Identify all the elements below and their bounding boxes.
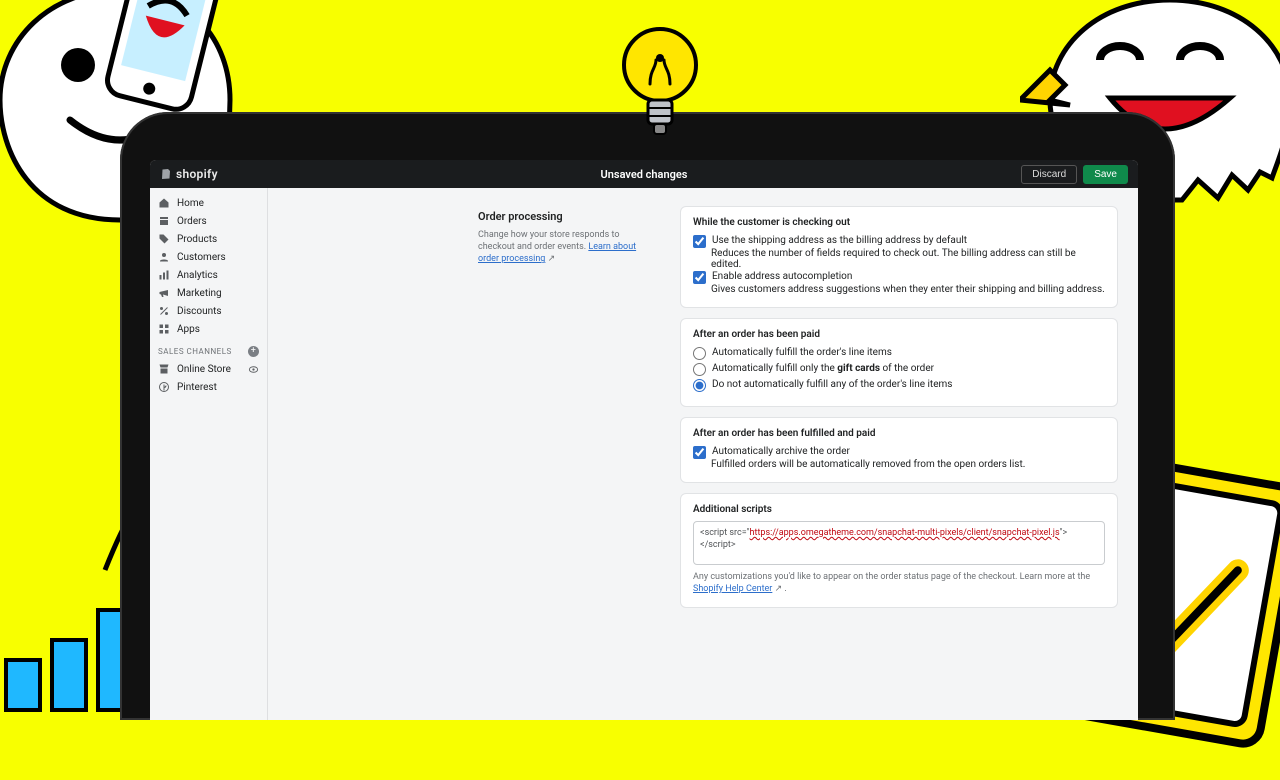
nav-label: Customers xyxy=(177,252,226,263)
opt-sub: Fulfilled orders will be automatically r… xyxy=(711,459,1105,470)
nav-label: Apps xyxy=(177,324,200,335)
opt-sub: Gives customers address suggestions when… xyxy=(711,284,1105,295)
nav-marketing[interactable]: Marketing xyxy=(150,284,267,302)
topbar: shopify Unsaved changes Discard Save xyxy=(150,160,1138,188)
additional-scripts-input[interactable]: <script src="https://apps.omegatheme.com… xyxy=(693,521,1105,565)
orders-icon xyxy=(158,215,170,227)
discard-button[interactable]: Discard xyxy=(1021,165,1077,184)
card-title: After an order has been paid xyxy=(693,329,1105,340)
brand: shopify xyxy=(160,167,218,181)
external-icon: ↗ xyxy=(548,254,556,264)
tag-icon xyxy=(158,233,170,245)
home-icon xyxy=(158,197,170,209)
nav-label: Home xyxy=(177,198,204,209)
analytics-icon xyxy=(158,269,170,281)
nav-discounts[interactable]: Discounts xyxy=(150,302,267,320)
megaphone-icon xyxy=(158,287,170,299)
nav-products[interactable]: Products xyxy=(150,230,267,248)
nav-analytics[interactable]: Analytics xyxy=(150,266,267,284)
nav-label: Orders xyxy=(177,216,207,227)
nav-label: Products xyxy=(177,234,217,245)
help-center-link[interactable]: Shopify Help Center xyxy=(693,584,772,594)
card-title: After an order has been fulfilled and pa… xyxy=(693,428,1105,439)
decoration-lightbulb xyxy=(620,20,700,150)
opt-sub: Reduces the number of fields required to… xyxy=(711,248,1105,270)
card-title: Additional scripts xyxy=(693,504,1105,515)
card-scripts: Additional scripts <script src="https://… xyxy=(680,493,1118,608)
nav-label: Online Store xyxy=(177,364,240,375)
channel-pinterest[interactable]: Pinterest xyxy=(150,378,267,396)
section-title: Order processing xyxy=(478,210,658,223)
nav-label: Pinterest xyxy=(177,382,217,393)
pinterest-icon xyxy=(158,381,170,393)
checkbox-autocomplete[interactable] xyxy=(693,271,706,284)
nav-home[interactable]: Home xyxy=(150,194,267,212)
nav-customers[interactable]: Customers xyxy=(150,248,267,266)
radio-input[interactable] xyxy=(693,379,706,392)
nav-label: Discounts xyxy=(177,306,222,317)
app-window: shopify Unsaved changes Discard Save Hom… xyxy=(150,160,1138,720)
unsaved-status: Unsaved changes xyxy=(601,168,688,181)
section-description: Change how your store responds to checko… xyxy=(478,229,658,265)
nav-label: Marketing xyxy=(177,288,222,299)
person-icon xyxy=(158,251,170,263)
radio-fulfill-all[interactable]: Automatically fulfill the order's line i… xyxy=(693,346,1105,360)
card-paid: After an order has been paid Automatical… xyxy=(680,318,1118,407)
percent-icon xyxy=(158,305,170,317)
scripts-help: Any customizations you'd like to appear … xyxy=(693,571,1105,595)
card-checkout: While the customer is checking out Use t… xyxy=(680,206,1118,308)
settings-panel: Order processing Change how your store r… xyxy=(268,188,1138,720)
radio-fulfill-gift[interactable]: Automatically fulfill only the gift card… xyxy=(693,362,1105,376)
checkbox-use-shipping[interactable] xyxy=(693,235,706,248)
card-title: While the customer is checking out xyxy=(693,217,1105,228)
radio-input[interactable] xyxy=(693,363,706,376)
nav-label: Analytics xyxy=(177,270,218,281)
brand-name: shopify xyxy=(176,167,218,181)
add-channel-button[interactable]: + xyxy=(248,346,259,357)
nav-apps[interactable]: Apps xyxy=(150,320,267,338)
radio-input[interactable] xyxy=(693,347,706,360)
checkbox-archive[interactable] xyxy=(693,446,706,459)
nav-orders[interactable]: Orders xyxy=(150,212,267,230)
save-button[interactable]: Save xyxy=(1083,165,1128,184)
laptop-frame: shopify Unsaved changes Discard Save Hom… xyxy=(120,112,1175,720)
eye-icon[interactable] xyxy=(247,363,259,375)
opt-use-shipping[interactable]: Use the shipping address as the billing … xyxy=(693,234,1105,248)
radio-fulfill-none[interactable]: Do not automatically fulfill any of the … xyxy=(693,378,1105,392)
shopify-logo-icon xyxy=(160,168,172,180)
store-icon xyxy=(158,363,170,375)
sales-channels-header: SALES CHANNELS xyxy=(158,347,232,356)
external-icon: ↗ xyxy=(775,584,783,594)
opt-archive[interactable]: Automatically archive the order xyxy=(693,445,1105,459)
sidebar: Home Orders Products Customers Analytics xyxy=(150,188,268,720)
card-fulfilled: After an order has been fulfilled and pa… xyxy=(680,417,1118,483)
channel-online-store[interactable]: Online Store xyxy=(150,360,267,378)
opt-autocomplete[interactable]: Enable address autocompletion xyxy=(693,270,1105,284)
apps-icon xyxy=(158,323,170,335)
